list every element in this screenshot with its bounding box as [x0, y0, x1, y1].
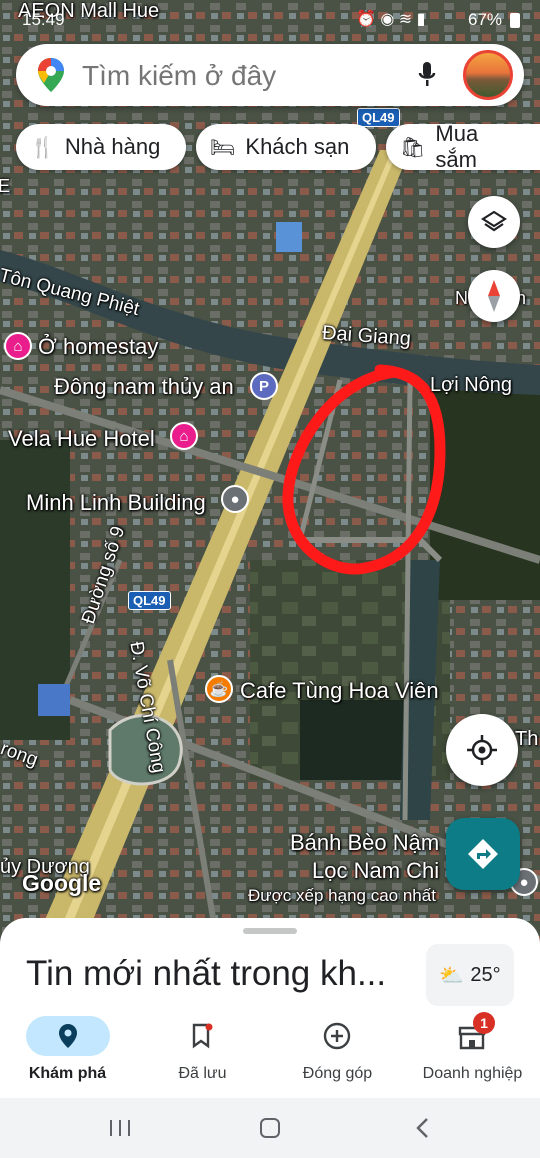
battery-percent: 67% [468, 10, 503, 29]
layers-icon [481, 210, 507, 232]
status-bar: 15:49 ⏰ ◉ ≋ ▮ 67% [0, 0, 540, 40]
map-label-e: E [0, 176, 11, 196]
nav-saved[interactable]: Đã lưu [135, 1008, 270, 1098]
nav-explore[interactable]: Khám phá [0, 1008, 135, 1098]
nav-label: Đã lưu [178, 1065, 227, 1082]
bookmark-icon [192, 1023, 213, 1049]
parking-icon[interactable]: P [250, 372, 278, 400]
map-label-loi-nong: Lợi Nông [430, 374, 513, 396]
account-avatar[interactable] [463, 50, 513, 100]
recent-apps-icon[interactable] [108, 1118, 132, 1138]
notification-badge: 1 [473, 1012, 495, 1034]
directions-icon [468, 839, 498, 869]
place-dot-icon[interactable]: ● [221, 485, 249, 513]
google-logo: Google [22, 870, 102, 896]
bottom-navigation: Khám phá Đã lưu Đóng góp 1 Doanh nghiệp [0, 1008, 540, 1098]
compass-icon [488, 280, 500, 312]
nav-contribute[interactable]: Đóng góp [270, 1008, 405, 1098]
poi-banh-beo-line2[interactable]: Lọc Nam Chi [312, 858, 439, 884]
maps-pin-logo-icon [38, 58, 64, 92]
search-input[interactable] [80, 56, 404, 96]
home-icon[interactable] [259, 1117, 281, 1139]
explore-pin-icon [59, 1024, 77, 1048]
nav-label: Doanh nghiệp [422, 1065, 523, 1082]
poi-ranked-label: Được xếp hạng cao nhất [248, 886, 436, 905]
poi-dong-nam-thuy-an[interactable]: Đông nam thủy an [54, 374, 234, 400]
chip-restaurants[interactable]: 🍴 Nhà hàng [16, 124, 186, 170]
bed-icon: 🛏 [210, 136, 236, 159]
sheet-title[interactable]: Tin mới nhất trong kh... [26, 954, 386, 994]
compass-button[interactable] [468, 270, 520, 322]
add-circle-icon [323, 1022, 351, 1050]
chip-label: Mua sắm [435, 121, 479, 172]
directions-button[interactable] [446, 818, 520, 890]
status-time: 15:49 [22, 10, 65, 29]
road-shield-ql49: QL49 [357, 108, 400, 127]
shopping-bag-icon: 🛍 [400, 136, 426, 159]
weather-chip[interactable]: ⛅ 25° [426, 944, 514, 1006]
battery-icon [510, 13, 520, 28]
nav-business[interactable]: 1 Doanh nghiệp [405, 1008, 540, 1098]
crosshair-location-icon [467, 735, 497, 765]
poi-vela-hue-hotel[interactable]: Vela Hue Hotel [8, 426, 155, 452]
poi-cafe-tung-hoa-vien[interactable]: Cafe Tùng Hoa Viên [240, 678, 439, 704]
explore-bottom-sheet[interactable]: Tin mới nhất trong kh... ⛅ 25° [0, 918, 540, 1018]
fork-knife-icon: 🍴 [30, 136, 55, 159]
nav-label: Khám phá [28, 1065, 107, 1082]
chip-label: Khách sạn [245, 134, 350, 159]
nav-label: Đóng góp [302, 1065, 373, 1082]
poi-homestay[interactable]: Ở homestay [38, 334, 158, 360]
chip-hotels[interactable]: 🛏 Khách sạn [196, 124, 376, 170]
poi-banh-beo-line1[interactable]: Bánh Bèo Nậm [290, 830, 439, 856]
partly-cloudy-icon: ⛅ [439, 964, 465, 987]
hotel-icon[interactable]: ⌂ [170, 422, 198, 450]
chip-shopping[interactable]: 🛍 Mua sắm [386, 121, 540, 172]
poi-minh-linh-building[interactable]: Minh Linh Building [26, 490, 206, 516]
back-icon[interactable] [414, 1117, 430, 1139]
weather-temperature: 25° [470, 963, 501, 986]
sheet-drag-handle[interactable] [243, 928, 297, 934]
hotel-icon[interactable]: ⌂ [4, 332, 32, 360]
road-shield-ql49: QL49 [128, 591, 171, 610]
cafe-icon[interactable]: ☕ [205, 675, 233, 703]
search-bar[interactable] [16, 44, 524, 106]
status-icons: ⏰ ◉ ≋ ▮ [356, 11, 426, 28]
system-navigation-bar [0, 1098, 540, 1158]
microphone-icon[interactable] [418, 61, 436, 89]
chip-label: Nhà hàng [64, 134, 161, 159]
map-label-th: Th [515, 728, 539, 750]
layers-button[interactable] [468, 196, 520, 248]
my-location-button[interactable] [446, 714, 518, 786]
